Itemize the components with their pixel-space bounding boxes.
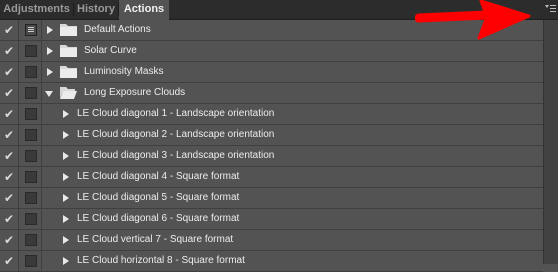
dialog-toggle-icon[interactable] [25, 234, 37, 246]
action-row[interactable]: ✔ LE Cloud horizontal 8 - Square format [0, 251, 543, 272]
dialog-toggle-icon[interactable] [25, 66, 37, 78]
column-divider [18, 125, 19, 145]
dialog-toggle-icon[interactable] [25, 150, 37, 162]
expand-right-icon[interactable] [47, 68, 53, 76]
checkmark-icon[interactable]: ✔ [4, 66, 14, 78]
column-divider [18, 188, 19, 208]
tab-adjustments[interactable]: Adjustments [0, 0, 73, 19]
checkmark-icon[interactable]: ✔ [4, 150, 14, 162]
dialog-toggle-icon[interactable] [25, 171, 37, 183]
checkmark-icon[interactable]: ✔ [4, 255, 14, 267]
tab-history[interactable]: History [74, 0, 118, 19]
checkmark-icon[interactable]: ✔ [4, 192, 14, 204]
column-divider [41, 209, 42, 229]
column-divider [18, 62, 19, 82]
expand-down-icon[interactable] [45, 91, 53, 97]
action-set-row[interactable]: ✔ Solar Curve [0, 41, 543, 62]
action-row[interactable]: ✔ LE Cloud diagonal 1 - Landscape orienta… [0, 104, 543, 125]
expand-right-icon[interactable] [63, 173, 69, 181]
column-divider [18, 20, 19, 40]
expand-right-icon[interactable] [47, 47, 53, 55]
column-divider [41, 41, 42, 61]
column-divider [41, 146, 42, 166]
column-divider [18, 251, 19, 271]
column-divider [41, 167, 42, 187]
action-label: LE Cloud horizontal 8 - Square format [77, 255, 245, 266]
action-set-label: Default Actions [84, 24, 151, 35]
checkmark-icon[interactable]: ✔ [4, 213, 14, 225]
action-row[interactable]: ✔ LE Cloud diagonal 2 - Landscape orienta… [0, 125, 543, 146]
column-divider [41, 125, 42, 145]
column-divider [41, 230, 42, 250]
action-row[interactable]: ✔ LE Cloud diagonal 6 - Square format [0, 209, 543, 230]
checkmark-icon[interactable]: ✔ [4, 45, 14, 57]
action-set-row[interactable]: ✔ Long Exposure Clouds [0, 83, 543, 104]
expand-right-icon[interactable] [47, 26, 53, 34]
tab-actions[interactable]: Actions [119, 0, 169, 20]
scrollbar[interactable] [543, 20, 558, 264]
action-row[interactable]: ✔ LE Cloud vertical 7 - Square format [0, 230, 543, 251]
action-label: LE Cloud diagonal 3 - Landscape orientat… [77, 150, 275, 161]
dialog-toggle-icon[interactable] [25, 87, 37, 99]
folder-icon [60, 44, 77, 57]
expand-right-icon[interactable] [63, 236, 69, 244]
action-label: LE Cloud diagonal 4 - Square format [77, 171, 240, 182]
action-set-label: Solar Curve [84, 45, 137, 56]
dialog-toggle-icon[interactable] [25, 24, 37, 36]
action-set-label: Luminosity Masks [84, 66, 164, 77]
panel-menu-icon[interactable] [545, 4, 556, 15]
action-label: LE Cloud vertical 7 - Square format [77, 234, 234, 245]
dialog-toggle-icon[interactable] [25, 45, 37, 57]
column-divider [18, 209, 19, 229]
column-divider [41, 20, 42, 40]
action-label: LE Cloud diagonal 2 - Landscape orientat… [77, 129, 275, 140]
actions-list: ✔ Default Actions ✔ Solar Curve ✔ Luminosity … [0, 20, 543, 272]
column-divider [18, 146, 19, 166]
folder-icon [60, 65, 77, 78]
column-divider [18, 167, 19, 187]
checkmark-icon[interactable]: ✔ [4, 171, 14, 183]
column-divider [41, 104, 42, 124]
column-divider [18, 83, 19, 103]
action-set-label: Long Exposure Clouds [84, 87, 186, 98]
column-divider [41, 62, 42, 82]
action-row[interactable]: ✔ LE Cloud diagonal 5 - Square format [0, 188, 543, 209]
checkmark-icon[interactable]: ✔ [4, 108, 14, 120]
checkmark-icon[interactable]: ✔ [4, 129, 14, 141]
column-divider [18, 104, 19, 124]
expand-right-icon[interactable] [63, 215, 69, 223]
expand-right-icon[interactable] [63, 110, 69, 118]
column-divider [41, 83, 42, 103]
panel-tab-bar: Adjustments History Actions [0, 0, 558, 20]
checkmark-icon[interactable]: ✔ [4, 234, 14, 246]
action-set-row[interactable]: ✔ Luminosity Masks [0, 62, 543, 83]
action-set-row[interactable]: ✔ Default Actions [0, 20, 543, 41]
action-row[interactable]: ✔ LE Cloud diagonal 3 - Landscape orienta… [0, 146, 543, 167]
checkmark-icon[interactable]: ✔ [4, 87, 14, 99]
dialog-toggle-icon[interactable] [25, 213, 37, 225]
dialog-toggle-icon[interactable] [25, 255, 37, 267]
column-divider [18, 230, 19, 250]
checkmark-icon[interactable]: ✔ [4, 24, 14, 36]
folder-icon [60, 86, 77, 99]
column-divider [41, 251, 42, 271]
column-divider [41, 188, 42, 208]
expand-right-icon[interactable] [63, 152, 69, 160]
column-divider [18, 41, 19, 61]
dialog-toggle-icon[interactable] [25, 108, 37, 120]
dialog-toggle-icon[interactable] [25, 129, 37, 141]
folder-icon [60, 23, 77, 36]
dialog-toggle-icon[interactable] [25, 192, 37, 204]
action-label: LE Cloud diagonal 6 - Square format [77, 213, 240, 224]
action-row[interactable]: ✔ LE Cloud diagonal 4 - Square format [0, 167, 543, 188]
action-label: LE Cloud diagonal 5 - Square format [77, 192, 240, 203]
expand-right-icon[interactable] [63, 131, 69, 139]
expand-right-icon[interactable] [63, 194, 69, 202]
action-label: LE Cloud diagonal 1 - Landscape orientat… [77, 108, 275, 119]
